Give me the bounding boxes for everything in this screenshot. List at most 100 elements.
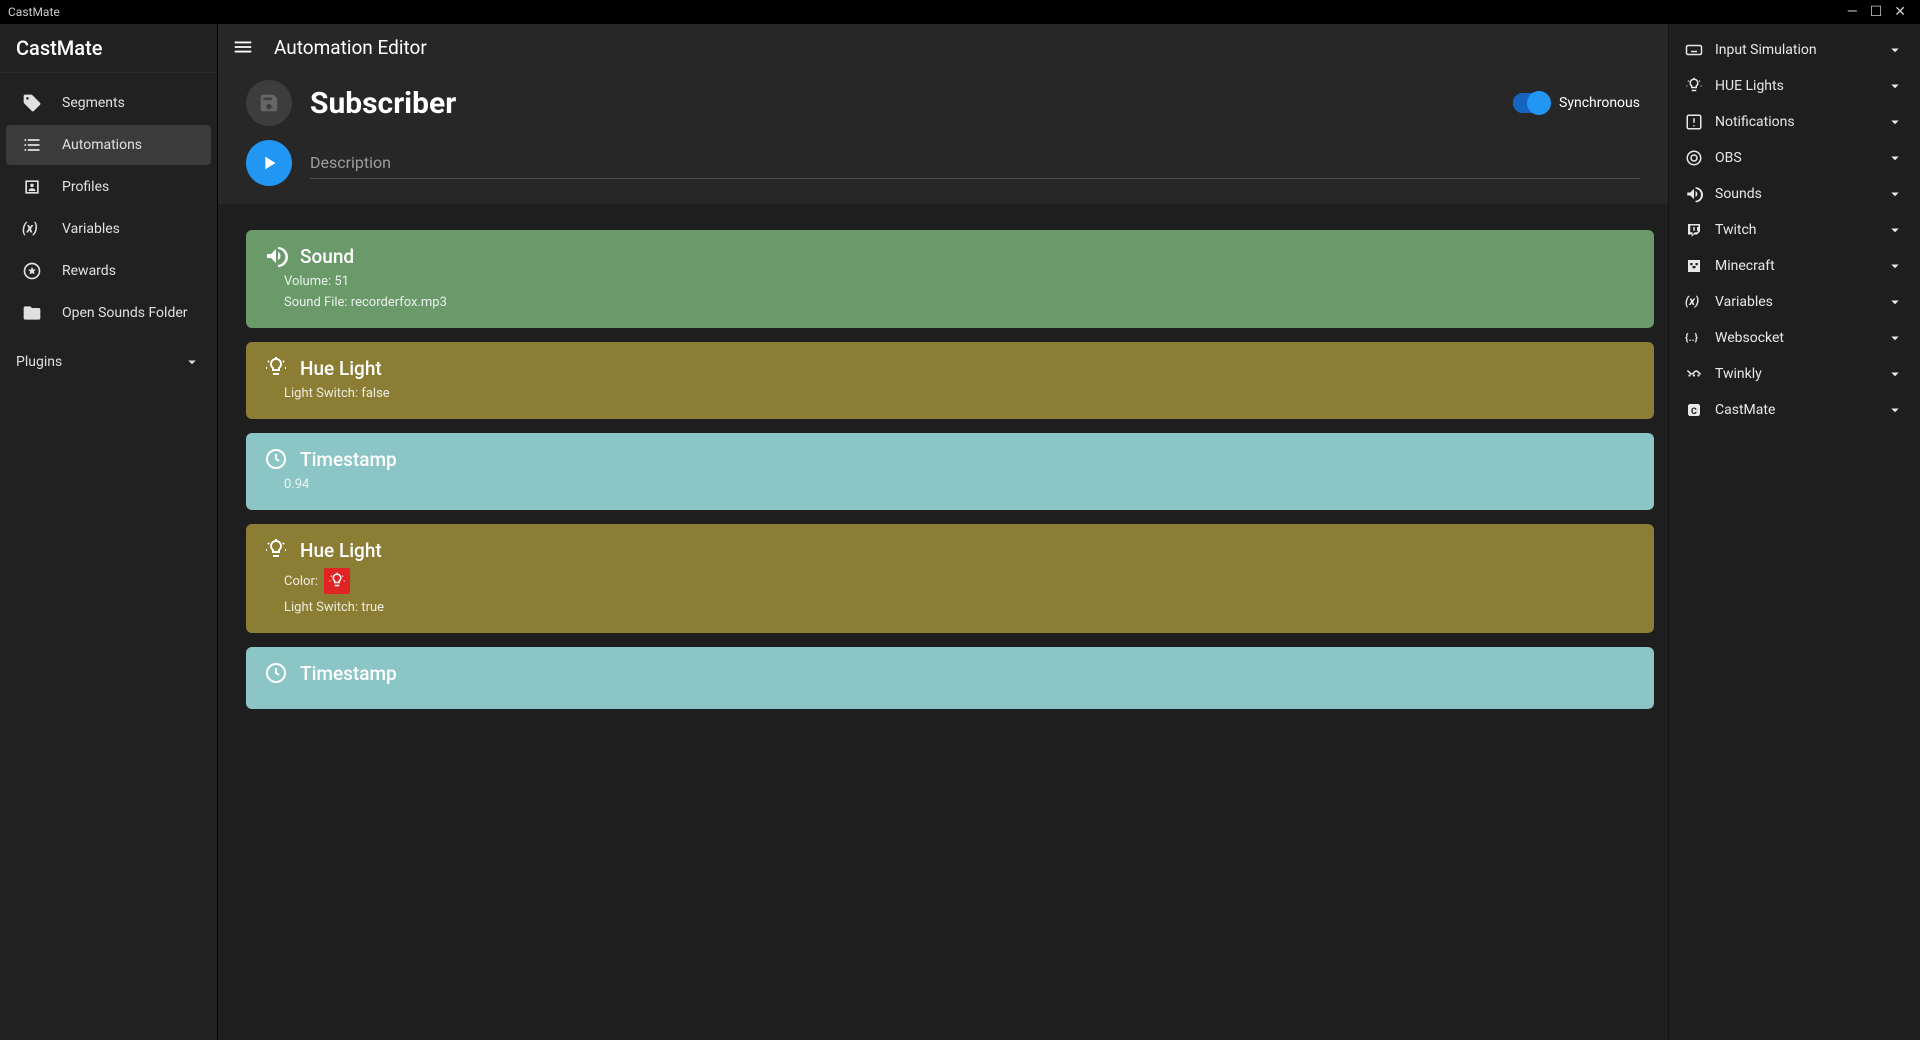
category-twinkly[interactable]: Twinkly <box>1669 356 1920 392</box>
chevron-down-icon <box>1886 149 1904 167</box>
automation-name: Subscriber <box>310 86 456 121</box>
category-obs[interactable]: OBS <box>1669 140 1920 176</box>
page-title: Automation Editor <box>274 36 427 59</box>
description-input[interactable]: Description <box>310 147 1640 179</box>
chevron-down-icon <box>1886 113 1904 131</box>
synchronous-toggle[interactable] <box>1513 93 1549 113</box>
action-detail: Light Switch: false <box>264 386 1636 401</box>
chevron-down-icon <box>1886 77 1904 95</box>
editor-header: Subscriber Synchronous Description <box>218 70 1668 204</box>
chevron-down-icon <box>1886 293 1904 311</box>
chevron-down-icon <box>1886 401 1904 419</box>
chevron-down-icon <box>1886 365 1904 383</box>
action-title: Hue Light <box>300 357 382 380</box>
action-detail: Light Switch: true <box>264 600 1636 615</box>
hue-icon <box>264 538 288 562</box>
sidebar-item-segments[interactable]: Segments <box>6 83 211 123</box>
window-titlebar: CastMate — ☐ ✕ <box>0 0 1920 24</box>
nav: Segments Automations Profiles Variables Rewa… <box>0 73 217 343</box>
action-title: Hue Light <box>300 539 382 562</box>
save-button[interactable] <box>246 80 292 126</box>
sidebar-item-label: Rewards <box>62 263 116 279</box>
chevron-down-icon <box>1886 257 1904 275</box>
sidebar-item-label: Variables <box>62 221 120 237</box>
category-label: Variables <box>1715 294 1773 310</box>
action-title: Timestamp <box>300 448 397 471</box>
run-button[interactable] <box>246 140 292 186</box>
action-card[interactable]: Timestamp <box>246 647 1654 709</box>
twinkly-icon <box>1685 365 1703 383</box>
action-card[interactable]: Timestamp 0.94 <box>246 433 1654 510</box>
category-variables[interactable]: Variables <box>1669 284 1920 320</box>
topbar: Automation Editor <box>218 24 1668 70</box>
window-title: CastMate <box>8 5 60 19</box>
sidebar: CastMate Segments Automations Profiles Vari… <box>0 24 218 1040</box>
category-label: Websocket <box>1715 330 1784 346</box>
folder-icon <box>22 303 42 323</box>
plugins-label: Plugins <box>16 354 62 370</box>
action-title: Sound <box>300 245 354 268</box>
chevron-down-icon <box>1886 221 1904 239</box>
bulb-icon <box>1685 77 1703 95</box>
action-card[interactable]: Hue Light Light Switch: false <box>246 342 1654 419</box>
menu-button[interactable] <box>232 36 254 58</box>
category-hue-lights[interactable]: HUE Lights <box>1669 68 1920 104</box>
keyboard-icon <box>1685 41 1703 59</box>
category-label: Sounds <box>1715 186 1762 202</box>
hue-icon <box>264 356 288 380</box>
action-card[interactable]: Sound Volume: 51 Sound File: recorderfox.m… <box>246 230 1654 328</box>
category-minecraft[interactable]: Minecraft <box>1669 248 1920 284</box>
twitch-icon <box>1685 221 1703 239</box>
category-label: Input Simulation <box>1715 42 1817 58</box>
profile-icon <box>22 177 42 197</box>
sidebar-item-rewards[interactable]: Rewards <box>6 251 211 291</box>
sidebar-item-open-sounds-folder[interactable]: Open Sounds Folder <box>6 293 211 333</box>
window-minimize[interactable]: — <box>1841 4 1864 20</box>
action-title: Timestamp <box>300 662 397 685</box>
sidebar-item-profiles[interactable]: Profiles <box>6 167 211 207</box>
alert-icon <box>1685 113 1703 131</box>
action-detail: 0.94 <box>264 477 1636 492</box>
sound-icon <box>264 244 288 268</box>
action-detail: Sound File: recorderfox.mp3 <box>264 295 1636 310</box>
sidebar-item-label: Segments <box>62 95 125 111</box>
category-twitch[interactable]: Twitch <box>1669 212 1920 248</box>
sidebar-item-label: Automations <box>62 137 142 153</box>
category-label: CastMate <box>1715 402 1775 418</box>
category-websocket[interactable]: Websocket <box>1669 320 1920 356</box>
action-detail: Volume: 51 <box>264 274 1636 289</box>
castmate-icon <box>1685 401 1703 419</box>
category-label: Twinkly <box>1715 366 1762 382</box>
synchronous-toggle-row: Synchronous <box>1513 93 1640 113</box>
chevron-down-icon <box>183 353 201 371</box>
synchronous-label: Synchronous <box>1559 95 1640 111</box>
sidebar-item-automations[interactable]: Automations <box>6 125 211 165</box>
automations-icon <box>22 135 42 155</box>
sidebar-item-variables[interactable]: Variables <box>6 209 211 249</box>
reward-icon <box>22 261 42 281</box>
chevron-down-icon <box>1886 329 1904 347</box>
sound-icon <box>1685 185 1703 203</box>
chevron-down-icon <box>1886 41 1904 59</box>
chevron-down-icon <box>1886 185 1904 203</box>
websocket-icon <box>1685 329 1703 347</box>
sidebar-item-label: Open Sounds Folder <box>62 305 188 321</box>
tag-icon <box>22 93 42 113</box>
minecraft-icon <box>1685 257 1703 275</box>
timestamp-icon <box>264 661 288 685</box>
category-label: HUE Lights <box>1715 78 1784 94</box>
category-input-simulation[interactable]: Input Simulation <box>1669 32 1920 68</box>
category-castmate[interactable]: CastMate <box>1669 392 1920 428</box>
variables-icon <box>22 219 42 239</box>
brand: CastMate <box>0 24 217 73</box>
window-close[interactable]: ✕ <box>1888 4 1912 20</box>
category-notifications[interactable]: Notifications <box>1669 104 1920 140</box>
obs-icon <box>1685 149 1703 167</box>
plugins-collapsible[interactable]: Plugins <box>0 343 217 381</box>
actions-list: Sound Volume: 51 Sound File: recorderfox.m… <box>218 204 1668 1040</box>
timestamp-icon <box>264 447 288 471</box>
window-maximize[interactable]: ☐ <box>1864 4 1889 20</box>
category-sounds[interactable]: Sounds <box>1669 176 1920 212</box>
category-label: Minecraft <box>1715 258 1775 274</box>
action-card[interactable]: Hue LightColor:Light Switch: true <box>246 524 1654 633</box>
